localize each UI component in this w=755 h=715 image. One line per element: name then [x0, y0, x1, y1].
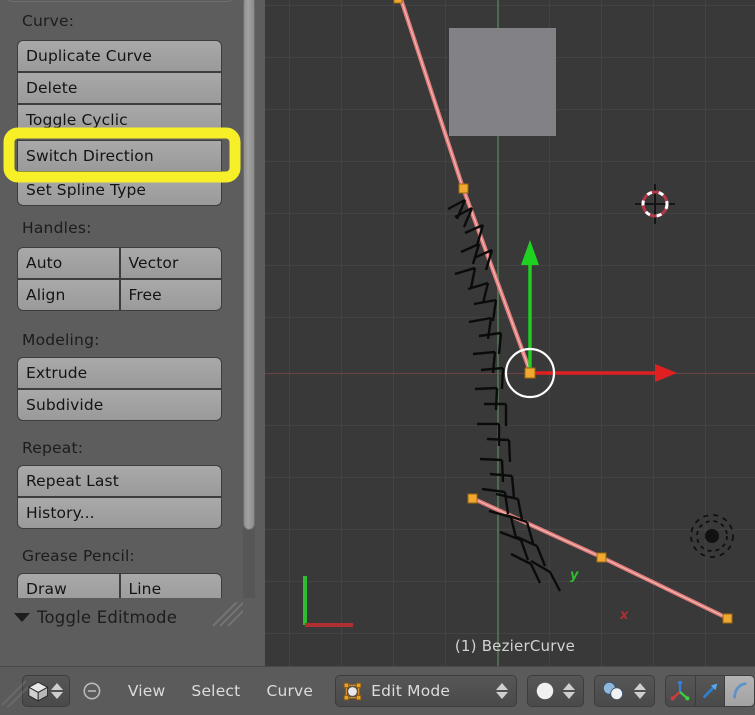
- mini-axis-gizmo: [303, 576, 353, 627]
- button-handle-free[interactable]: Free: [119, 279, 222, 311]
- gizmo-x-label: x: [620, 608, 629, 623]
- button-subdivide[interactable]: Subdivide: [17, 389, 222, 421]
- button-repeat-last[interactable]: Repeat Last: [17, 465, 222, 497]
- button-history[interactable]: History...: [17, 497, 222, 529]
- active-object-label: (1) BezierCurve: [454, 637, 576, 655]
- shading-spinner-icon[interactable]: [561, 683, 577, 699]
- header-corner-grip-icon[interactable]: [2, 675, 28, 707]
- translate-manipulator-button[interactable]: [666, 676, 696, 706]
- interaction-mode-value: Edit Mode: [371, 682, 451, 700]
- section-label-repeat: Repeat:: [22, 439, 84, 457]
- chevron-down-icon: [14, 612, 30, 622]
- pivot-point-selector[interactable]: [593, 675, 655, 707]
- pivot-spinner-icon[interactable]: [632, 683, 648, 699]
- toggle-editmode-label: Toggle Editmode: [37, 607, 178, 627]
- section-label-modeling: Modeling:: [22, 331, 100, 349]
- toggle-editmode-panel: Toggle Editmode: [0, 598, 265, 666]
- translate-manipulator-icon: [670, 680, 690, 701]
- viewport-shading-selector[interactable]: [526, 675, 584, 707]
- menu-view[interactable]: View: [128, 682, 166, 700]
- transform-manipulator: [504, 240, 677, 399]
- manipulator-center-handle: [524, 367, 536, 379]
- viewport-overlay: [303, 0, 734, 627]
- scale-manipulator-button[interactable]: [725, 676, 754, 706]
- 3d-cursor-icon: [635, 184, 675, 224]
- interaction-mode-selector[interactable]: Edit Mode: [335, 675, 517, 707]
- tool-shelf-region: Curve: Duplicate Curve Delete Toggle Cyc…: [0, 0, 265, 666]
- manipulator-button-group: [664, 675, 755, 707]
- section-label-handles: Handles:: [22, 219, 92, 237]
- curve-control-points: [393, 0, 733, 624]
- button-duplicate-curve[interactable]: Duplicate Curve: [17, 40, 222, 72]
- section-label-curve: Curve:: [22, 12, 75, 30]
- empty-circle-object: [690, 514, 734, 558]
- button-delete[interactable]: Delete: [17, 72, 222, 104]
- menu-select[interactable]: Select: [191, 682, 240, 700]
- editor-type-selector[interactable]: [22, 675, 70, 707]
- interaction-mode-spinner-icon[interactable]: [494, 683, 510, 699]
- editor-type-spinner-icon[interactable]: [49, 683, 65, 699]
- 3d-viewport[interactable]: y x (1) BezierCurve: [265, 0, 755, 666]
- edit-mode-icon: [343, 682, 362, 700]
- button-extrude[interactable]: Extrude: [17, 357, 222, 389]
- gizmo-y-label: y: [570, 568, 579, 583]
- rotate-manipulator-icon: [702, 683, 718, 699]
- menu-curve[interactable]: Curve: [266, 682, 313, 700]
- minus-circle-icon[interactable]: [82, 680, 102, 702]
- scale-manipulator-icon: [732, 682, 747, 699]
- pivot-center-icon: [602, 681, 624, 701]
- panel-resize-grip-icon[interactable]: [209, 602, 243, 628]
- button-toggle-cyclic[interactable]: Toggle Cyclic: [17, 104, 222, 136]
- button-handle-align[interactable]: Align: [17, 279, 120, 311]
- button-switch-direction[interactable]: Switch Direction: [17, 140, 222, 172]
- button-handle-auto[interactable]: Auto: [17, 247, 120, 279]
- rotate-manipulator-button[interactable]: [696, 676, 726, 706]
- section-label-grease-pencil: Grease Pencil:: [22, 547, 135, 565]
- viewport-header-bar: View Select Curve Edit Mode: [0, 666, 755, 715]
- object-mode-cube-icon: [27, 681, 49, 702]
- panel-top-edge: [5, 0, 235, 2]
- blender-window: Curve: Duplicate Curve Delete Toggle Cyc…: [0, 0, 755, 715]
- solid-shading-sphere-icon: [536, 682, 553, 700]
- tool-shelf-scrollbar-thumb[interactable]: [243, 0, 255, 530]
- button-set-spline-type[interactable]: Set Spline Type: [17, 174, 222, 206]
- button-handle-vector[interactable]: Vector: [119, 247, 222, 279]
